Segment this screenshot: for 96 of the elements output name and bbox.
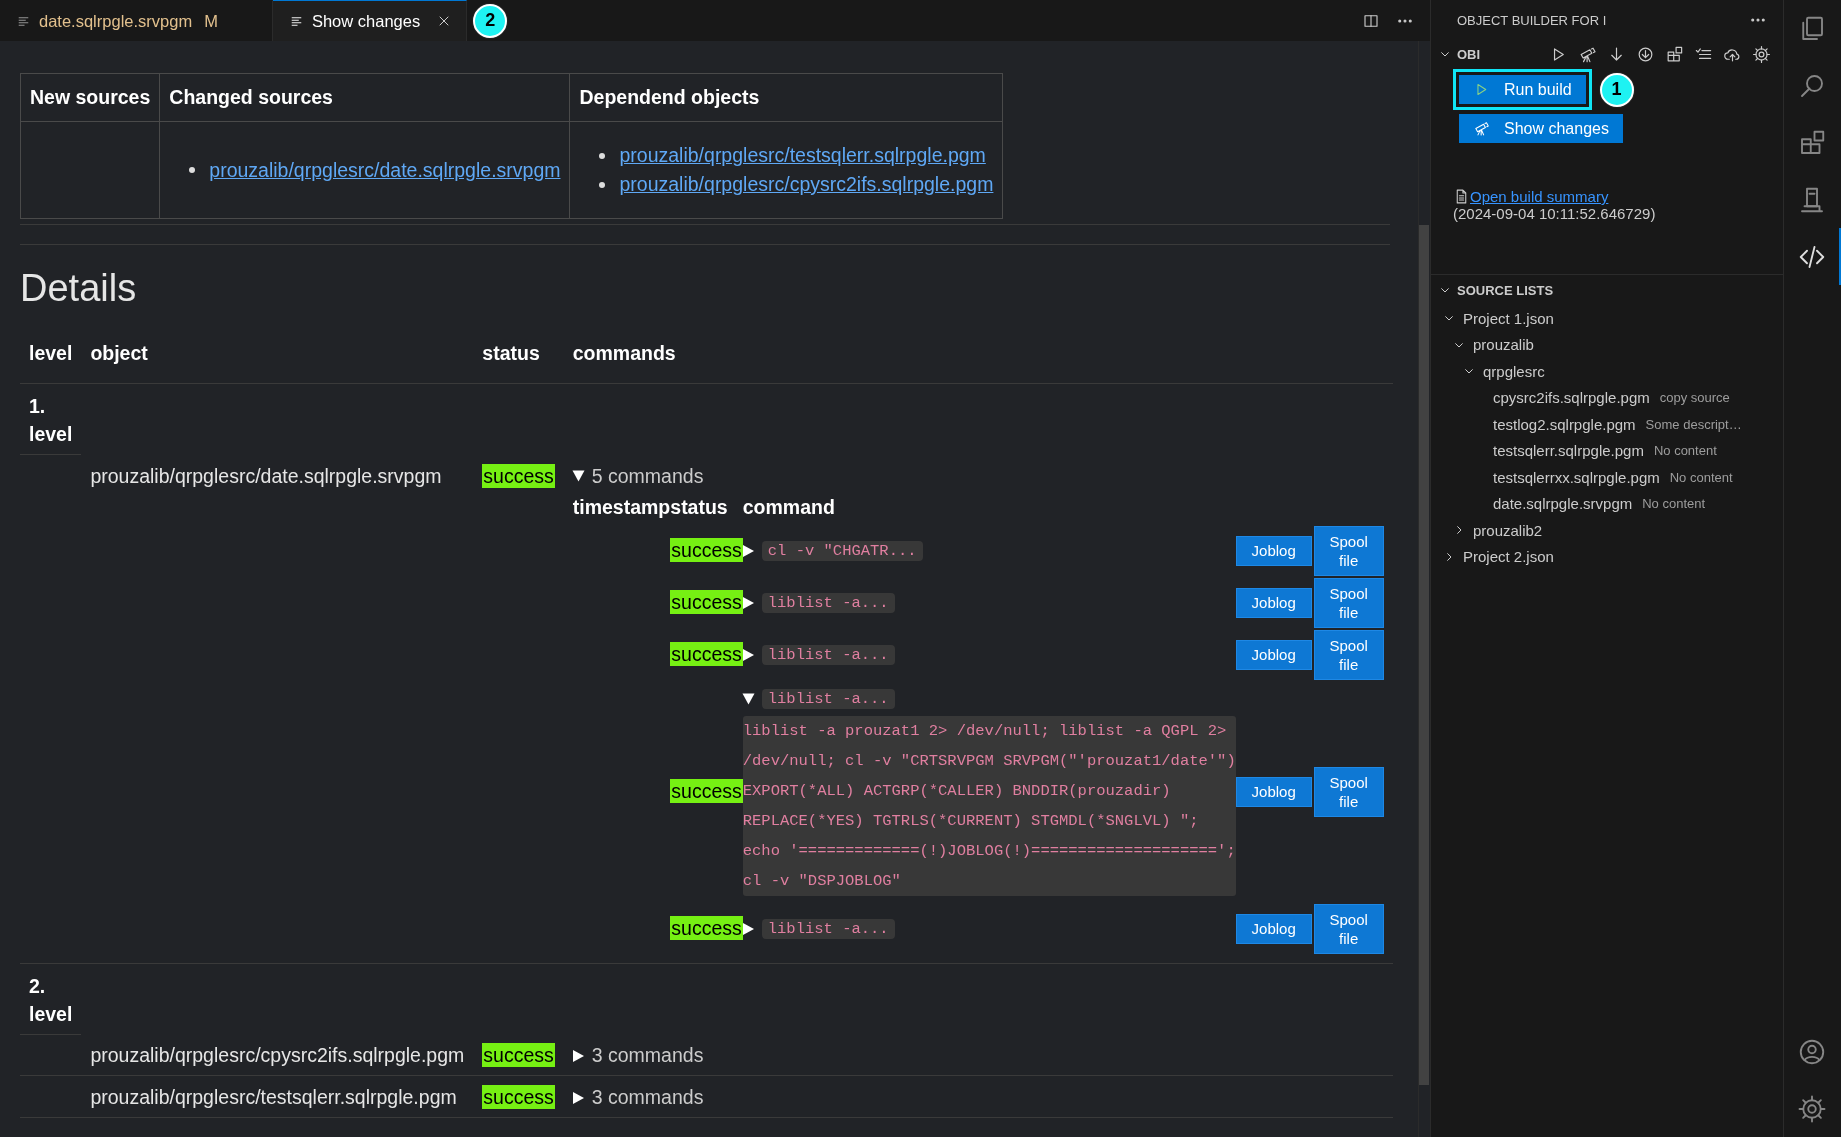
action-button[interactable]: Joblog [1235, 587, 1312, 618]
section-title[interactable]: SOURCE LISTS [1457, 282, 1554, 298]
tree-item[interactable]: prouzalib2 [1431, 517, 1783, 544]
action-button[interactable]: Spool file [1313, 629, 1384, 680]
callout-badge: 2 [473, 3, 508, 38]
status-badge: success [482, 1085, 555, 1109]
editor-tab[interactable]: date.sqlrpgle.srvpgm M [0, 0, 273, 41]
summary-link[interactable]: Open build summary [1470, 188, 1609, 205]
tree-label[interactable]: date.sqlrpgle.srvpgm [1493, 495, 1633, 513]
scrollbar-thumb[interactable] [1419, 225, 1429, 1085]
column-header: commands [563, 328, 1393, 384]
disclosure-triangle-icon[interactable] [572, 1049, 584, 1062]
bullet-icon [599, 152, 606, 159]
status-badge: success [670, 538, 743, 562]
column-header: status [473, 328, 564, 384]
command-text[interactable]: liblist -a... [761, 688, 895, 709]
object-path: prouzalib/qrpglesrc/cpysrc2ifs.sqlrpgle.pgm [81, 1034, 474, 1076]
extensions-icon[interactable] [1665, 44, 1684, 64]
tree-item[interactable]: testsqlerrxx.sqlrpgle.pgm No content [1431, 464, 1783, 491]
build-timestamp: (2024-09-04 10:11:52.646729) [1453, 205, 1657, 222]
tree-label[interactable]: qrpglesrc [1483, 362, 1545, 380]
editor-tab[interactable]: Show changes [272, 0, 468, 41]
tree-item[interactable]: Project 2.json [1431, 543, 1783, 570]
column-header: New sources [20, 73, 160, 122]
tree-item[interactable]: testlog2.sqlrpgle.pgm Some descript… [1431, 411, 1783, 438]
tree-item[interactable]: cpysrc2ifs.sqlrpgle.pgm copy source [1431, 384, 1783, 411]
action-button[interactable]: Joblog [1235, 913, 1312, 944]
tree-description: Some descript… [1645, 416, 1742, 432]
column-header: Changed sources [159, 73, 570, 122]
command-text[interactable]: cl -v "CHGATR... [761, 540, 923, 561]
file-link[interactable]: prouzalib/qrpglesrc/date.sqlrpgle.srvpgm [209, 155, 561, 185]
tree-label[interactable]: Project 2.json [1463, 548, 1554, 566]
column-header: Dependend objects [570, 73, 1003, 122]
tree-description: No content [1669, 469, 1733, 485]
action-button[interactable]: Spool file [1313, 903, 1384, 954]
commands-summary[interactable]: 5 commands [591, 464, 704, 488]
action-button[interactable]: Joblog [1235, 535, 1312, 566]
level-label: 2. level [20, 963, 82, 1034]
file-link[interactable]: prouzalib/qrpglesrc/testsqlerr.sqlrpgle.pgm [619, 141, 986, 170]
commands-summary[interactable]: 3 commands [591, 1086, 704, 1109]
status-badge: success [670, 779, 743, 803]
tree-label[interactable]: prouzalib2 [1473, 521, 1543, 539]
command-text[interactable]: liblist -a... [761, 644, 895, 665]
action-button[interactable]: Joblog [1235, 776, 1312, 807]
command-text[interactable]: liblist -a... [761, 918, 895, 939]
tree-description: No content [1653, 443, 1717, 459]
tree-item[interactable]: testsqlerr.sqlrpgle.pgm No content [1431, 437, 1783, 464]
column-header: object [81, 328, 474, 384]
section-title[interactable]: OBI [1457, 46, 1481, 62]
settings-icon[interactable] [1752, 44, 1771, 64]
tree-label[interactable]: testsqlerr.sqlrpgle.pgm [1493, 442, 1644, 460]
status-badge: success [670, 916, 743, 940]
tree-label[interactable]: Project 1.json [1463, 309, 1554, 327]
tree-label[interactable]: testsqlerrxx.sqlrpgle.pgm [1493, 468, 1660, 486]
action-button[interactable]: Spool file [1313, 577, 1384, 628]
tree-label[interactable]: prouzalib [1473, 336, 1534, 354]
column-header: command [742, 494, 836, 520]
tree-description: No content [1642, 496, 1706, 512]
command-output: liblist -a prouzat1 2> /dev/null; liblist -a QGPL 2> /dev/null; cl -v "CRTSRVPGM SRVPGM("'prouzat1/date'") EXPORT(*ALL) ACTGRP(*CALLER) BNDDIR(prouzadir) REPLACE(*YES) TGTRLS(*CURRENT) STGMDL(*SNGLVL) "; echo '=============(!)JOBLOG(!)===================='; cl -v "DSPJOBLOG" [742, 715, 1236, 896]
disclosure-triangle-icon[interactable] [572, 470, 585, 482]
sidebar-button[interactable]: Show changes [1459, 114, 1623, 143]
tree-label[interactable]: testlog2.sqlrpgle.pgm [1493, 415, 1636, 433]
callout-badge: 1 [1599, 72, 1634, 107]
tree-item[interactable]: date.sqlrpgle.srvpgm No content [1431, 490, 1783, 517]
bullet-icon [599, 181, 606, 188]
bullet-icon [189, 167, 196, 173]
column-header: timestamp [572, 494, 671, 520]
settings-icon[interactable] [1796, 1093, 1827, 1124]
column-header: level [20, 328, 82, 384]
status-badge: success [670, 642, 743, 666]
file-link[interactable]: prouzalib/qrpglesrc/cpysrc2ifs.sqlrpgle.pgm [619, 170, 994, 199]
panel-title: OBJECT BUILDER FOR I [1457, 12, 1607, 28]
tree-item[interactable]: qrpglesrc [1431, 358, 1783, 385]
tab-label[interactable]: date.sqlrpgle.srvpgm [39, 11, 193, 31]
tree-label[interactable]: cpysrc2ifs.sqlrpgle.pgm [1493, 389, 1650, 407]
level-label: 1. level [20, 383, 82, 455]
modified-label: M [204, 11, 218, 31]
tree-item[interactable]: prouzalib [1431, 331, 1783, 358]
tree-item[interactable]: Project 1.json [1431, 305, 1783, 332]
sidebar-button[interactable]: Run build [1459, 75, 1586, 104]
status-badge: success [482, 463, 555, 488]
object-path: prouzalib/qrpglesrc/testsqlerr.sqlrpgle.pgm [81, 1075, 474, 1118]
action-button[interactable]: Spool file [1313, 525, 1384, 576]
disclosure-triangle-icon[interactable] [572, 1091, 584, 1104]
object-path: prouzalib/qrpglesrc/date.sqlrpgle.srvpgm [81, 454, 474, 963]
action-button[interactable]: Spool file [1313, 766, 1384, 817]
action-button[interactable]: Joblog [1235, 639, 1312, 670]
commands-summary[interactable]: 3 commands [591, 1044, 704, 1067]
tab-label[interactable]: Show changes [311, 11, 421, 31]
status-badge: success [670, 590, 743, 614]
column-header: status [670, 491, 743, 525]
section-heading: Details [20, 267, 138, 310]
status-badge: success [482, 1043, 555, 1067]
tree-description: copy source [1659, 390, 1730, 406]
telescope-icon [1473, 120, 1490, 137]
command-text[interactable]: liblist -a... [761, 592, 895, 613]
